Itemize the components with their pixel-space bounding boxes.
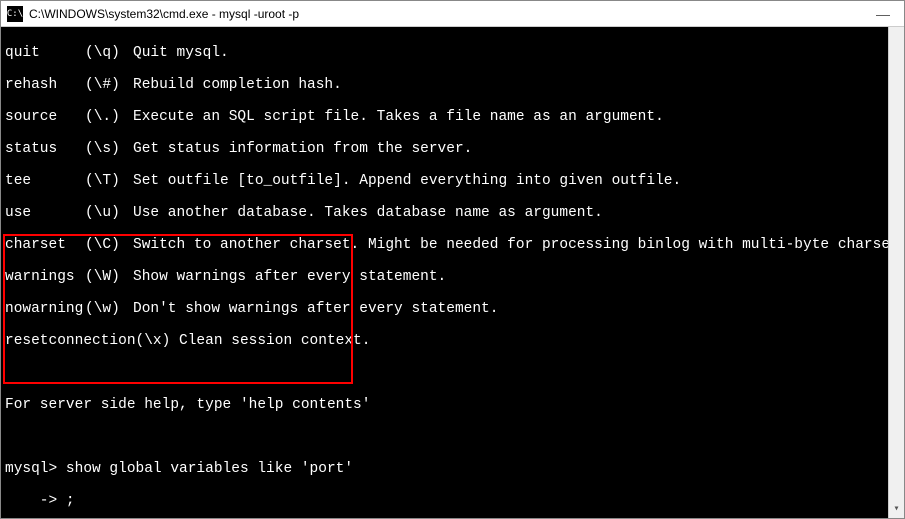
help-short: (\w) (85, 301, 133, 317)
help-desc: Use another database. Takes database nam… (133, 205, 603, 221)
help-cmd: quit (5, 45, 85, 61)
help-short: (\W) (85, 269, 133, 285)
help-line-resetconn: resetconnection(\x) Clean session contex… (5, 333, 900, 349)
help-short: (\s) (85, 141, 133, 157)
help-short: (\q) (85, 45, 133, 61)
scrollbar-down-arrow[interactable]: ▾ (889, 502, 904, 518)
help-line: quit(\q)Quit mysql. (5, 45, 900, 61)
help-desc: Execute an SQL script file. Takes a file… (133, 109, 664, 125)
help-line: charset(\C)Switch to another charset. Mi… (5, 237, 900, 253)
blank-line (5, 365, 900, 381)
help-line: use(\u)Use another database. Takes datab… (5, 205, 900, 221)
query-prompt-line2: -> ; (5, 493, 900, 509)
help-cmd: source (5, 109, 85, 125)
window-controls: — (876, 7, 898, 21)
help-desc: Show warnings after every statement. (133, 269, 446, 285)
terminal-area[interactable]: quit(\q)Quit mysql. rehash(\#)Rebuild co… (1, 27, 904, 518)
titlebar: C:\ C:\WINDOWS\system32\cmd.exe - mysql … (1, 1, 904, 27)
scrollbar-track[interactable] (889, 43, 904, 502)
scrollbar[interactable]: ▴ ▾ (888, 27, 904, 518)
help-line: source(\.)Execute an SQL script file. Ta… (5, 109, 900, 125)
server-help-hint: For server side help, type 'help content… (5, 397, 900, 413)
cmd-icon: C:\ (7, 6, 23, 22)
help-desc: Set outfile [to_outfile]. Append everyth… (133, 173, 681, 189)
query-prompt-line1: mysql> show global variables like 'port' (5, 461, 900, 477)
help-short: (\.) (85, 109, 133, 125)
help-desc: Quit mysql. (133, 45, 229, 61)
help-short: (\C) (85, 237, 133, 253)
help-line: rehash(\#)Rebuild completion hash. (5, 77, 900, 93)
minimize-button[interactable]: — (876, 7, 890, 21)
help-cmd: status (5, 141, 85, 157)
help-desc: Switch to another charset. Might be need… (133, 237, 904, 253)
help-short: (\u) (85, 205, 133, 221)
help-line: warnings(\W)Show warnings after every st… (5, 269, 900, 285)
help-cmd: tee (5, 173, 85, 189)
help-cmd: warnings (5, 269, 85, 285)
help-line: tee(\T)Set outfile [to_outfile]. Append … (5, 173, 900, 189)
help-desc: Rebuild completion hash. (133, 77, 342, 93)
help-cmd: rehash (5, 77, 85, 93)
help-line: status(\s)Get status information from th… (5, 141, 900, 157)
help-cmd: nowarning (5, 301, 85, 317)
help-short: (\T) (85, 173, 133, 189)
help-cmd: charset (5, 237, 85, 253)
help-desc: Get status information from the server. (133, 141, 472, 157)
cmd-window: C:\ C:\WINDOWS\system32\cmd.exe - mysql … (0, 0, 905, 519)
blank-line (5, 429, 900, 445)
help-cmd: use (5, 205, 85, 221)
window-title: C:\WINDOWS\system32\cmd.exe - mysql -uro… (29, 7, 876, 21)
help-line: nowarning(\w)Don't show warnings after e… (5, 301, 900, 317)
help-desc: Don't show warnings after every statemen… (133, 301, 498, 317)
help-short: (\#) (85, 77, 133, 93)
